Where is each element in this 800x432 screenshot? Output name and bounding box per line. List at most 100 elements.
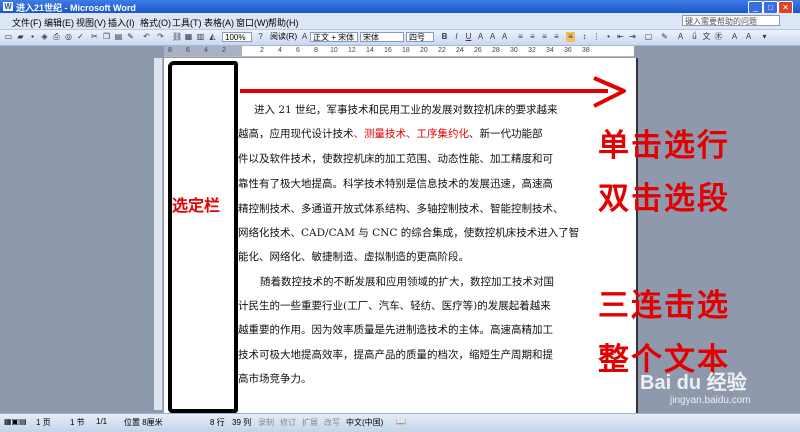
status-extend[interactable]: 扩展: [302, 417, 318, 428]
menu-insert[interactable]: 插入(I): [108, 16, 135, 29]
help-search-input[interactable]: 键入需要帮助的问题: [682, 15, 780, 26]
undo-icon[interactable]: ↶: [142, 32, 151, 42]
ruler-tick: 38: [582, 47, 590, 54]
ruler-margin: [164, 46, 242, 56]
menu-format[interactable]: 格式(O): [140, 16, 171, 29]
save-icon[interactable]: ▪: [28, 32, 37, 42]
char-border-icon[interactable]: A: [476, 32, 485, 42]
menu-table[interactable]: 表格(A): [204, 16, 234, 29]
doc-line: 计民生的一些重要行业(工厂、汽车、轻纺、医疗等)的发展起着越来: [238, 298, 551, 313]
line-spacing-icon[interactable]: ↕: [580, 32, 589, 42]
align-left-icon[interactable]: ≡: [516, 32, 525, 42]
menu-window[interactable]: 窗口(W): [236, 16, 269, 29]
status-record[interactable]: 录制: [258, 417, 274, 428]
permission-icon[interactable]: ◈: [40, 32, 49, 42]
ruler-tick: 22: [438, 47, 446, 54]
spelling-icon[interactable]: ✓: [76, 32, 85, 42]
format-painter-icon[interactable]: ✎: [126, 32, 135, 42]
status-position: 位置 8厘米: [124, 418, 163, 427]
char-scale-icon[interactable]: A: [500, 32, 509, 42]
horizontal-ruler[interactable]: 8 6 4 2 2 4 6 8 10 12 14 16 18 20 22 24 …: [164, 46, 634, 57]
ruler-tick: 8: [314, 47, 318, 54]
ruler-tick: 30: [510, 47, 518, 54]
bold-button[interactable]: B: [440, 32, 449, 42]
zoom-select[interactable]: 100%: [222, 32, 252, 42]
doc-line: 靠性有了极大地提高。科学技术特别是信息技术的发展迅速，高速高: [238, 176, 553, 191]
doc-line: 件以及软件技术，使数控机床的加工范围、动态性能、加工精度和可: [238, 151, 553, 166]
read-mode-button[interactable]: 阅读(R): [268, 32, 304, 42]
ruler-tick: 18: [402, 47, 410, 54]
status-line: 8 行: [210, 418, 225, 427]
title-bar: W 进入21世纪 - Microsoft Word _ □ ✕: [0, 0, 800, 14]
ruler-tick: 4: [204, 47, 208, 54]
doc-line: 随着数控技术的不断发展和应用领域的扩大，数控加工技术对国: [260, 274, 554, 289]
bullets-icon[interactable]: •: [604, 32, 613, 42]
case-icon[interactable]: ▾: [760, 32, 769, 42]
align-center-icon[interactable]: ≡: [528, 32, 537, 42]
indent-icon[interactable]: ⇥: [628, 32, 637, 42]
status-language: 中文(中国): [346, 418, 384, 427]
ruler-tick: 2: [260, 47, 264, 54]
styles-icon[interactable]: A: [300, 32, 309, 42]
font-select[interactable]: 宋体: [360, 32, 404, 42]
ruler-tick: 32: [528, 47, 536, 54]
highlight-icon[interactable]: ✎: [660, 32, 669, 42]
status-overwrite[interactable]: 改写: [324, 417, 340, 428]
style-select[interactable]: 正文 + 宋体: [310, 32, 358, 42]
ruler-tick: 12: [348, 47, 356, 54]
hyperlink-icon[interactable]: ⛓: [172, 32, 182, 42]
align-right-icon[interactable]: ≡: [540, 32, 549, 42]
cut-icon[interactable]: ✂: [90, 32, 99, 42]
menu-help[interactable]: 帮助(H): [268, 16, 299, 29]
line-text: 精控制技术、多通道开放式体系结构、多轴控制技术、智能控制技术、: [238, 203, 564, 215]
toolbar: ▭ ▰ ▪ ◈ ⎙ ◎ ✓ ✂ ❐ ▤ ✎ ↶ ↷ ⛓ ▦ ▥ ◭ 100% ?…: [0, 30, 800, 46]
numbering-icon[interactable]: ⋮: [592, 32, 601, 42]
menu-bar: 文件(F) 编辑(E) 视图(V) 插入(I) 格式(O) 工具(T) 表格(A…: [0, 13, 800, 30]
ruler-tick: 16: [384, 47, 392, 54]
spelling-status-icon[interactable]: 📖: [396, 417, 406, 426]
font-size-select[interactable]: 四号: [406, 32, 434, 42]
line-text: 靠性有了极大地提高。科学技术特别是信息技术的发展迅速，高速高: [238, 178, 553, 190]
help-icon[interactable]: ?: [256, 32, 265, 42]
status-section: 1 节: [70, 418, 85, 427]
grow-icon[interactable]: A: [744, 32, 753, 42]
font-color-icon[interactable]: A: [676, 32, 685, 42]
annotation-double-click: 双击选段: [598, 181, 730, 217]
ruler-tick: 10: [330, 47, 338, 54]
new-icon[interactable]: ▭: [4, 32, 13, 42]
line-text: 高市场竞争力。: [238, 373, 312, 385]
outdent-icon[interactable]: ⇤: [616, 32, 625, 42]
justify-icon[interactable]: ≡: [552, 32, 561, 42]
annotation-triple-click: 三连击选: [598, 288, 730, 324]
char-format-icon[interactable]: ǘ: [690, 32, 699, 42]
copy-icon[interactable]: ❐: [102, 32, 111, 42]
print-icon[interactable]: ⎙: [52, 32, 61, 42]
menu-view[interactable]: 视图(V): [76, 16, 106, 29]
columns-icon[interactable]: ▥: [196, 32, 205, 42]
distributed-icon[interactable]: ≡: [566, 32, 575, 42]
shrink-icon[interactable]: A: [730, 32, 739, 42]
vertical-ruler[interactable]: [154, 58, 163, 410]
ruler-tick: 28: [492, 47, 500, 54]
ruler-tick: 14: [366, 47, 374, 54]
preview-icon[interactable]: ◎: [64, 32, 73, 42]
ruler-tick: 26: [474, 47, 482, 54]
char-shading-icon[interactable]: A: [488, 32, 497, 42]
border-icon[interactable]: ▢: [644, 32, 653, 42]
phonetic-icon[interactable]: 文: [702, 32, 711, 42]
redo-icon[interactable]: ↷: [156, 32, 165, 42]
menu-tools[interactable]: 工具(T): [172, 16, 202, 29]
menu-edit[interactable]: 编辑(E): [44, 16, 74, 29]
enclose-icon[interactable]: ㊍: [714, 32, 723, 42]
status-revision[interactable]: 修订: [280, 417, 296, 428]
italic-button[interactable]: I: [452, 32, 461, 42]
paste-icon[interactable]: ▤: [114, 32, 123, 42]
red-arrow-icon: [240, 76, 626, 108]
underline-button[interactable]: U: [464, 32, 473, 42]
open-icon[interactable]: ▰: [16, 32, 25, 42]
line-text: 计民生的一些重要行业(工厂、汽车、轻纺、医疗等)的发展起着越来: [238, 300, 551, 312]
view-buttons-icon[interactable]: ▦▣▤: [4, 417, 27, 426]
table-icon[interactable]: ▦: [184, 32, 193, 42]
menu-file[interactable]: 文件(F): [12, 16, 42, 29]
drawing-icon[interactable]: ◭: [208, 32, 217, 42]
